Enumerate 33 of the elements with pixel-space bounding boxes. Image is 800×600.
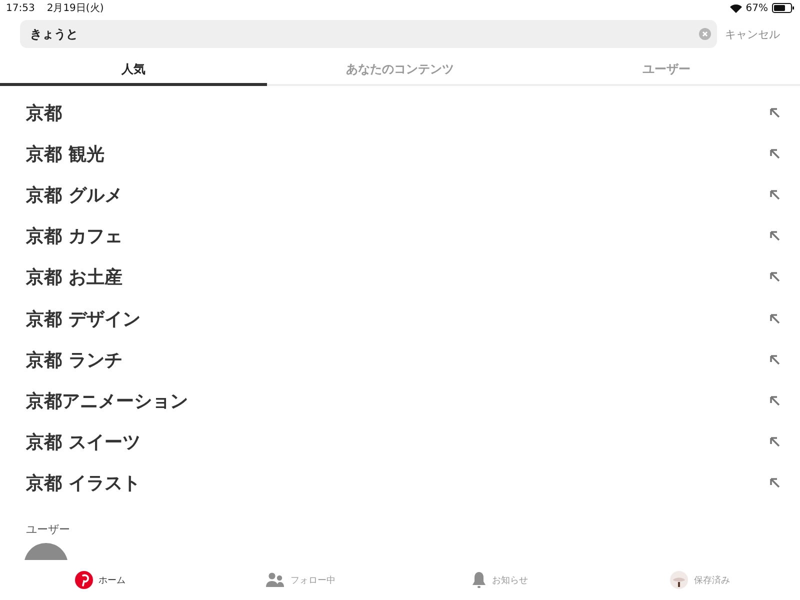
- arrow-icon[interactable]: [770, 314, 780, 324]
- arrow-icon[interactable]: [770, 478, 780, 488]
- section-title: ユーザー: [25, 522, 71, 538]
- battery-icon: [772, 3, 794, 13]
- arrow-icon[interactable]: [770, 272, 780, 282]
- cancel-button[interactable]: キャンセル: [723, 26, 780, 42]
- status-time: 17:53: [6, 2, 35, 14]
- suggestion-text[interactable]: 京都 グルメ: [26, 182, 122, 207]
- status-date: 2月19日(火): [46, 2, 104, 15]
- suggestion-text[interactable]: 京都アニメーション: [26, 388, 188, 413]
- suggestion-text[interactable]: 京都 イラスト: [26, 471, 140, 496]
- nav-item[interactable]: ホーム: [0, 560, 200, 600]
- logo-icon: [74, 571, 92, 589]
- suggestion-text[interactable]: 京都: [26, 100, 62, 125]
- arrow-icon[interactable]: [770, 354, 780, 365]
- suggestion-text[interactable]: 京都 観光: [26, 142, 104, 166]
- bell-icon: [472, 571, 486, 589]
- suggestion-text[interactable]: 京都 ランチ: [26, 348, 122, 372]
- people-icon: [264, 572, 284, 588]
- arrow-icon[interactable]: [770, 437, 780, 448]
- wifi-icon: [730, 4, 742, 12]
- search-field[interactable]: きょうと: [20, 20, 717, 48]
- battery-percent: 67%: [746, 2, 768, 14]
- arrow-icon[interactable]: [770, 190, 780, 200]
- arrow-icon[interactable]: [770, 108, 780, 118]
- suggestion-text[interactable]: 京都 スイーツ: [26, 430, 140, 454]
- arrow-icon[interactable]: [770, 231, 780, 242]
- arrow-icon[interactable]: [770, 148, 780, 159]
- suggestion-text[interactable]: 京都 デザイン: [26, 306, 140, 331]
- suggestion-text[interactable]: 京都 お土産: [26, 265, 122, 290]
- arrow-icon[interactable]: [770, 396, 780, 406]
- tab[interactable]: 人気: [0, 56, 267, 86]
- suggestion-text[interactable]: 京都 カフェ: [26, 224, 122, 248]
